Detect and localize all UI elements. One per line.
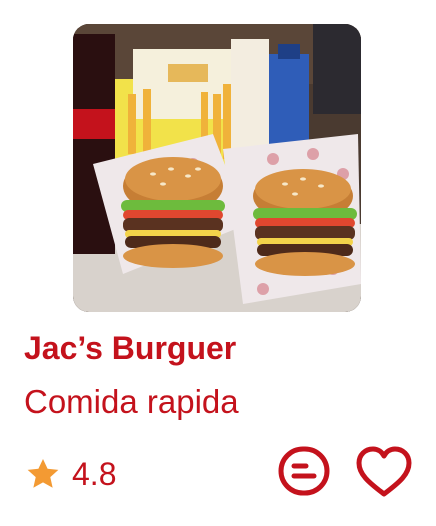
star-icon [24, 455, 62, 493]
rating-value: 4.8 [72, 455, 117, 492]
restaurant-card[interactable]: Jac’s Burguer Comida rapida 4.8 [0, 0, 436, 526]
restaurant-photo[interactable] [73, 24, 361, 312]
restaurant-category: Comida rapida [24, 383, 239, 420]
rating: 4.8 [24, 452, 116, 496]
review-icon [274, 444, 334, 505]
review-button[interactable] [274, 446, 334, 502]
burger-photo-illustration [73, 24, 361, 312]
restaurant-name[interactable]: Jac’s Burguer [24, 330, 236, 367]
heart-icon [354, 444, 414, 505]
favorite-button[interactable] [354, 446, 414, 502]
